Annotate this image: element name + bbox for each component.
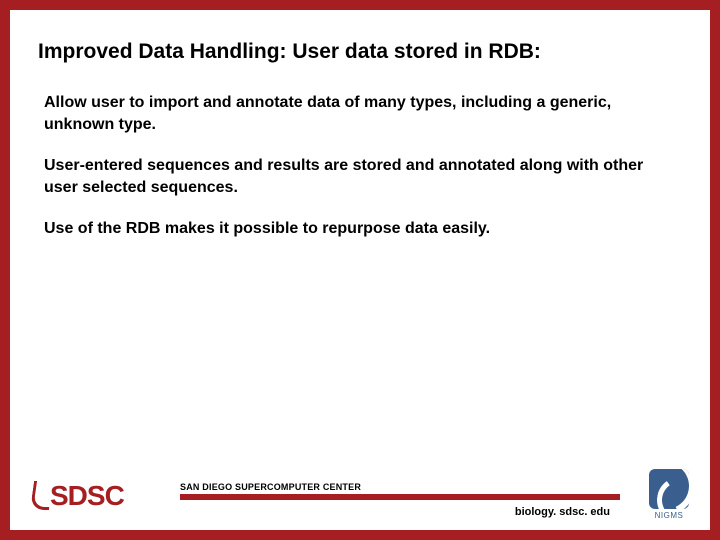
nigms-logo-icon bbox=[649, 469, 689, 509]
slide-title: Improved Data Handling: User data stored… bbox=[38, 40, 682, 64]
sdsc-logo-text: SDSC bbox=[50, 480, 124, 512]
footer-center: SAN DIEGO SUPERCOMPUTER CENTER biology. … bbox=[180, 482, 620, 518]
sdsc-logo: SDSC bbox=[30, 480, 124, 512]
nigms-label: NIGMS bbox=[644, 511, 694, 520]
paragraph-3: Use of the RDB makes it possible to repu… bbox=[38, 218, 682, 240]
paragraph-1: Allow user to import and annotate data o… bbox=[38, 92, 682, 135]
center-label: SAN DIEGO SUPERCOMPUTER CENTER bbox=[180, 482, 620, 494]
footer-url: biology. sdsc. edu bbox=[180, 506, 620, 518]
footer-divider-bar bbox=[180, 494, 620, 500]
slide-footer: SDSC SAN DIEGO SUPERCOMPUTER CENTER biol… bbox=[10, 460, 710, 530]
sdsc-swoosh-icon bbox=[30, 483, 52, 509]
nigms-block: NIGMS bbox=[644, 469, 694, 520]
paragraph-2: User-entered sequences and results are s… bbox=[38, 155, 682, 198]
slide-content: Improved Data Handling: User data stored… bbox=[10, 10, 710, 530]
